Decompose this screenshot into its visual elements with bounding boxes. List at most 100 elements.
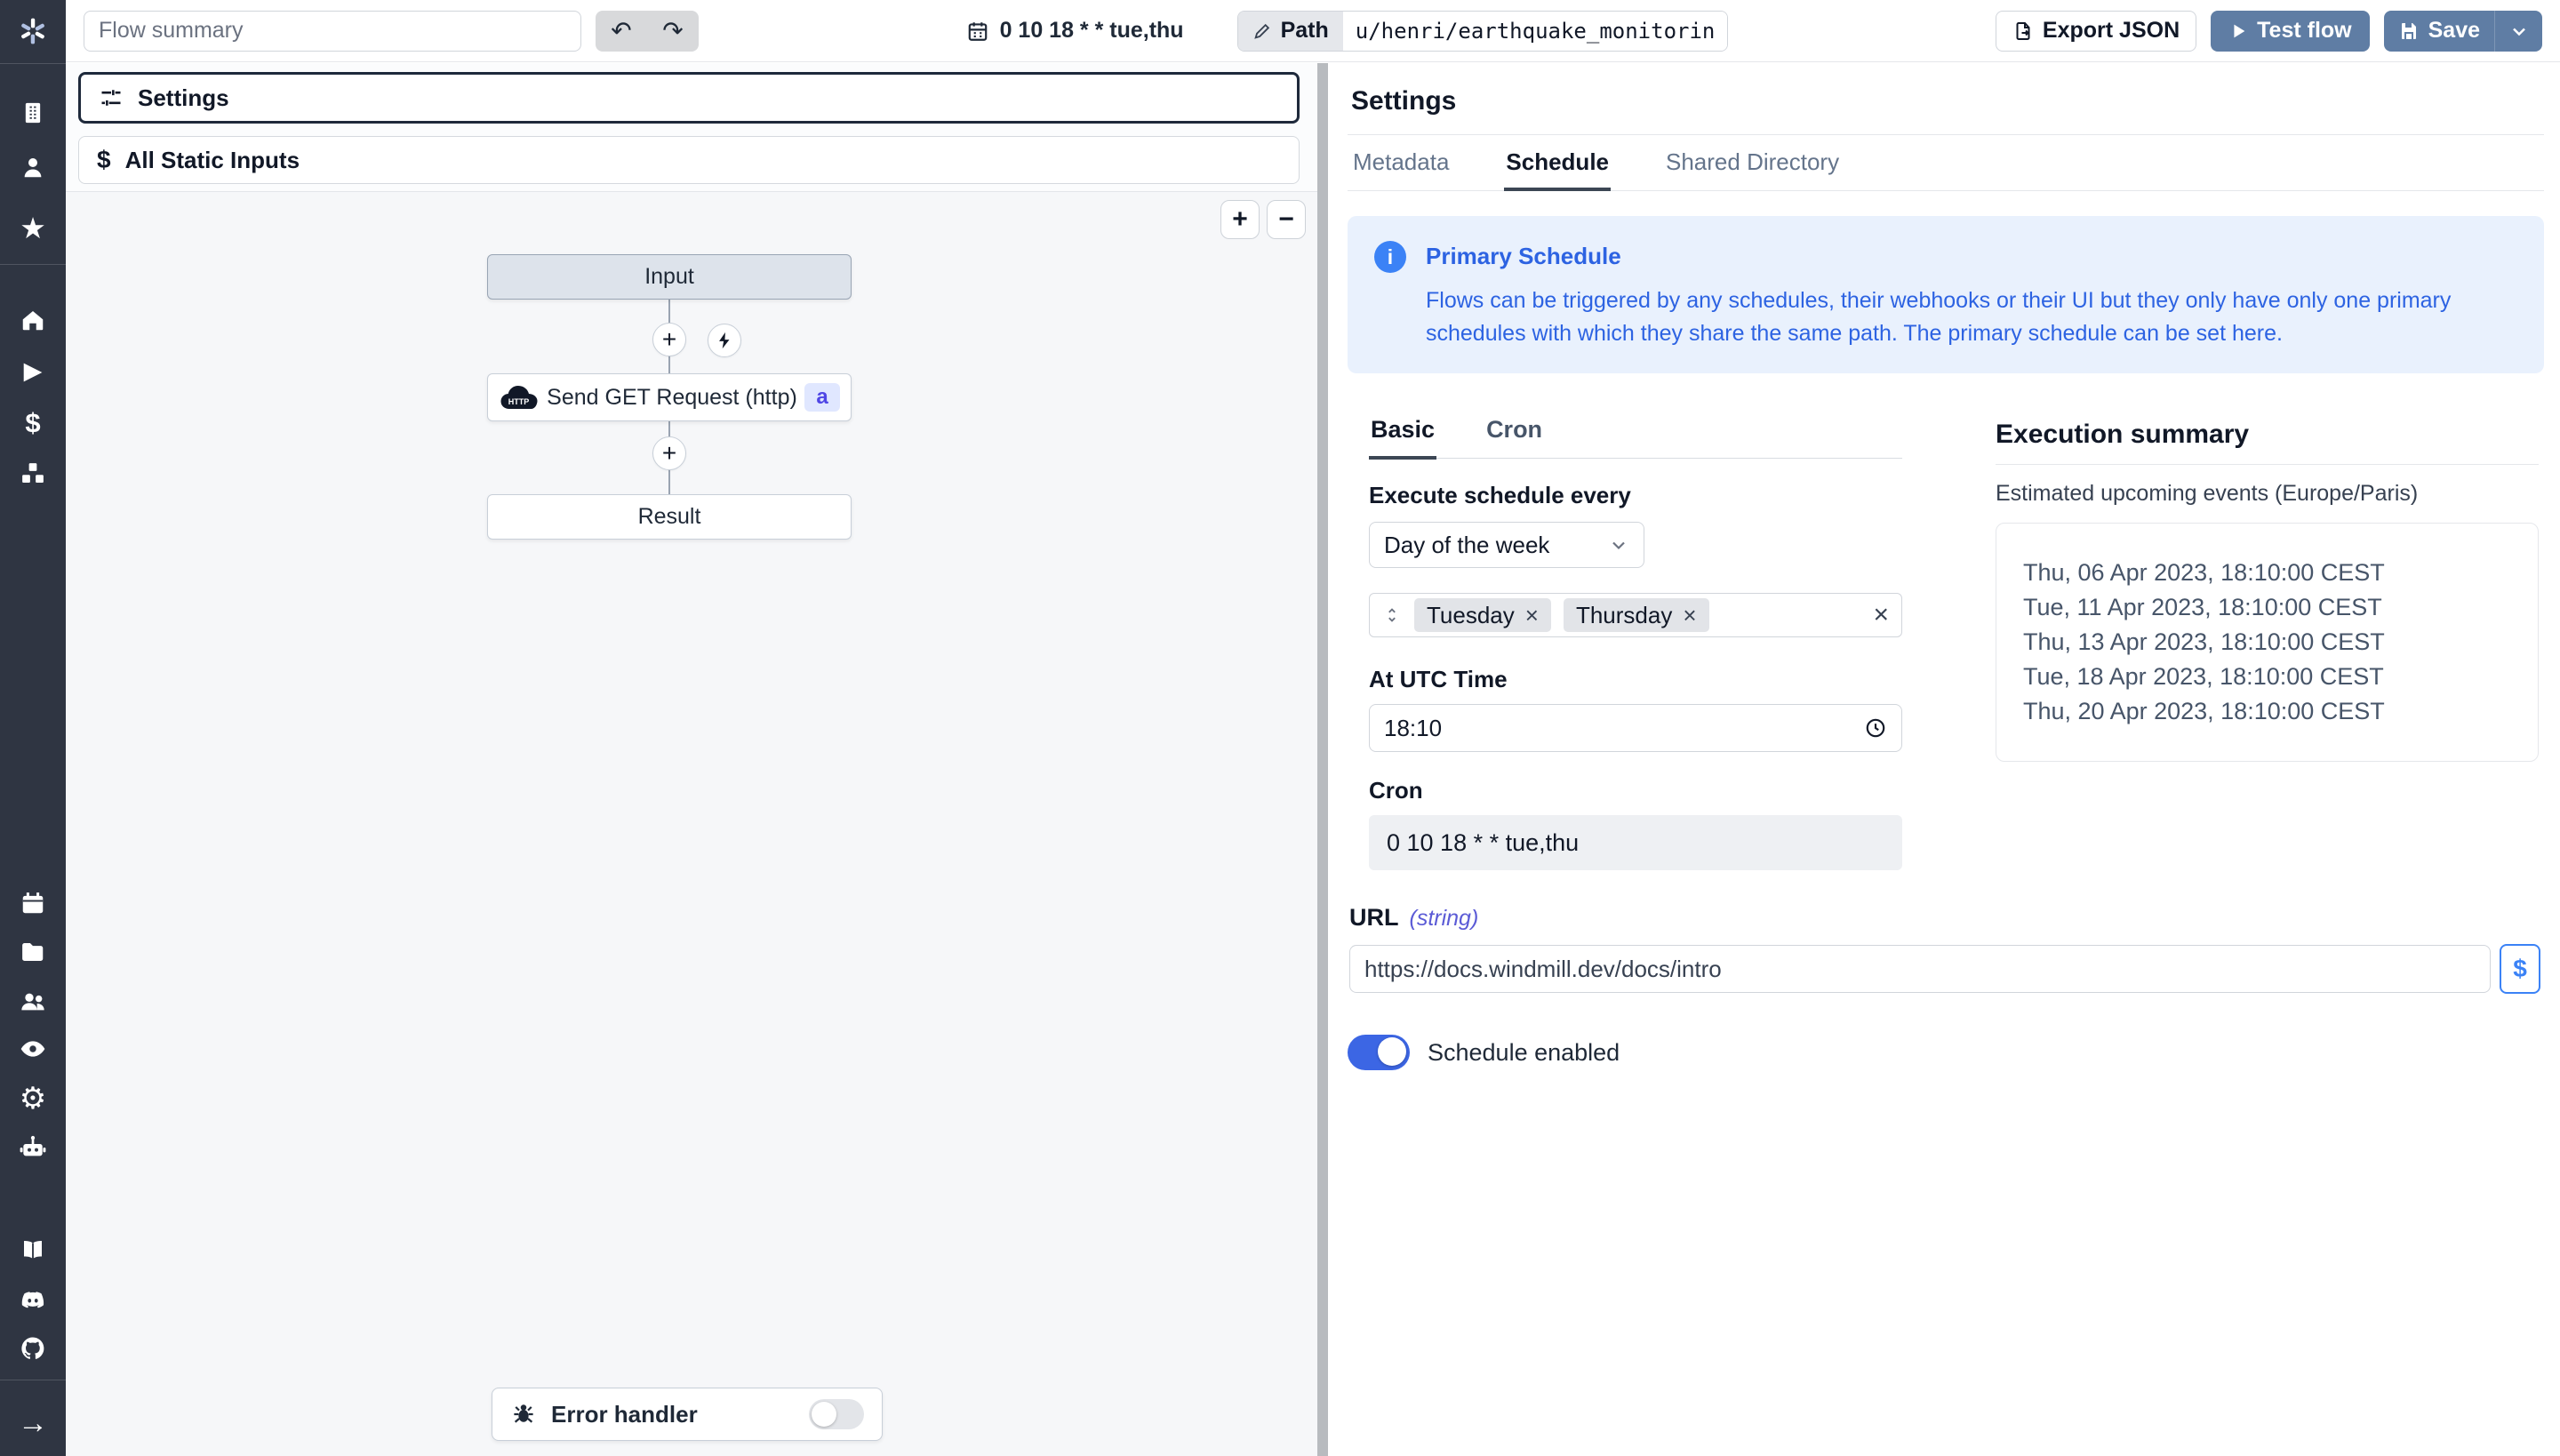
remove-chip-icon[interactable]: ×: [1525, 604, 1539, 627]
cron-label: Cron: [1369, 777, 1902, 804]
weekday-multiselect[interactable]: Tuesday × Thursday × ×: [1369, 593, 1902, 637]
dollar-icon: $: [2513, 955, 2527, 983]
pencil-icon: [1252, 21, 1272, 41]
info-title: Primary Schedule: [1426, 243, 2517, 270]
save-label: Save: [2428, 18, 2480, 44]
workers-robot-icon[interactable]: [0, 1131, 66, 1164]
frequency-value: Day of the week: [1384, 532, 1549, 559]
all-static-inputs-label: All Static Inputs: [125, 147, 300, 174]
collapse-arrow-right-icon[interactable]: →: [0, 1406, 66, 1440]
settings-gear-icon[interactable]: ⚙: [0, 1082, 66, 1116]
undo-button[interactable]: ↶: [596, 11, 647, 52]
info-body: Flows can be triggered by any schedules,…: [1426, 284, 2517, 350]
runs-play-icon[interactable]: ▶: [0, 354, 66, 388]
variables-dollar-icon[interactable]: $: [0, 405, 66, 439]
save-split-button: Save: [2384, 11, 2542, 52]
event-row: Tue, 18 Apr 2023, 18:10:00 CEST: [2023, 660, 2529, 694]
tab-schedule[interactable]: Schedule: [1504, 135, 1611, 191]
path-value: u/henri/earthquake_monitorin: [1343, 12, 1728, 51]
export-json-label: Export JSON: [2043, 18, 2180, 44]
test-flow-label: Test flow: [2257, 18, 2351, 44]
github-icon[interactable]: [0, 1332, 66, 1365]
home-icon[interactable]: [0, 303, 66, 337]
flow-settings-bar-label: Settings: [138, 84, 229, 112]
clock-icon[interactable]: [1864, 716, 1887, 740]
execute-every-label: Execute schedule every: [1369, 482, 1902, 509]
frequency-select[interactable]: Day of the week: [1369, 522, 1644, 568]
node-result-label: Result: [638, 504, 701, 530]
remove-chip-icon[interactable]: ×: [1683, 604, 1696, 627]
url-input[interactable]: [1349, 945, 2491, 993]
url-section: URL (string) $: [1348, 904, 2544, 994]
play-icon: [2228, 21, 2248, 41]
redo-icon: ↷: [662, 16, 683, 45]
flow-settings-bar[interactable]: Settings: [78, 72, 1300, 124]
file-export-icon: [2012, 20, 2034, 42]
save-button[interactable]: Save: [2384, 11, 2494, 52]
canvas-zoom-controls: + −: [1220, 200, 1306, 239]
groups-users-icon[interactable]: [0, 985, 66, 1019]
app-sidebar: ★ ▶ $ ⚙ →: [0, 0, 66, 1456]
schedule-form: Basic Cron Execute schedule every Day of…: [1369, 409, 1902, 870]
event-row: Thu, 20 Apr 2023, 18:10:00 CEST: [2023, 694, 2529, 729]
zoom-in-button[interactable]: +: [1220, 200, 1260, 239]
user-icon[interactable]: [0, 150, 66, 184]
redo-button[interactable]: ↷: [647, 11, 699, 52]
node-input[interactable]: Input: [487, 254, 852, 300]
plus-icon: +: [662, 439, 676, 468]
cron-readonly-field: 0 10 18 * * tue,thu: [1369, 815, 1902, 870]
workspace-building-icon[interactable]: [0, 96, 66, 130]
all-static-inputs-bar[interactable]: $ All Static Inputs: [78, 136, 1300, 184]
node-result[interactable]: Result: [487, 494, 852, 540]
folders-icon[interactable]: [0, 935, 66, 969]
bolt-icon: [715, 331, 734, 350]
node-input-label: Input: [644, 264, 694, 290]
path-editor[interactable]: Path u/henri/earthquake_monitorin: [1237, 11, 1729, 52]
resources-boxes-icon[interactable]: [0, 457, 66, 491]
zoom-out-button[interactable]: −: [1267, 200, 1306, 239]
tab-shared-directory[interactable]: Shared Directory: [1664, 135, 1841, 190]
utc-time-label: At UTC Time: [1369, 666, 1902, 693]
undo-icon: ↶: [611, 16, 631, 45]
save-more-button[interactable]: [2494, 11, 2542, 52]
node-send-get-request[interactable]: HTTP Send GET Request (http) a: [487, 373, 852, 421]
schedule-enabled-label: Schedule enabled: [1428, 1039, 1620, 1067]
cron-preview-badge[interactable]: 0 10 18 * * tue,thu: [966, 18, 1184, 44]
node-step-id-badge: a: [804, 383, 840, 412]
dollar-icon: $: [97, 146, 111, 174]
trigger-bolt-button[interactable]: [708, 324, 741, 357]
error-handler-toggle[interactable]: [809, 1399, 864, 1429]
tab-cron[interactable]: Cron: [1484, 409, 1544, 458]
insert-variable-button[interactable]: $: [2500, 944, 2540, 994]
path-label: Path: [1281, 18, 1329, 44]
audit-eye-icon[interactable]: [0, 1032, 66, 1066]
windmill-logo[interactable]: [0, 14, 66, 48]
sliders-icon: [99, 85, 124, 110]
save-icon: [2398, 20, 2420, 42]
node-error-handler[interactable]: Error handler: [492, 1388, 883, 1441]
discord-icon[interactable]: [0, 1283, 66, 1316]
tab-basic[interactable]: Basic: [1369, 409, 1436, 460]
topbar: ↶ ↷ 0 10 18 * * tue,thu Path u/henri/ear…: [66, 0, 2560, 62]
insert-step-button-2[interactable]: +: [652, 436, 686, 470]
insert-step-button-1[interactable]: +: [652, 323, 686, 356]
utc-time-input[interactable]: [1384, 715, 1864, 742]
docs-book-icon[interactable]: [0, 1233, 66, 1267]
favorites-star-icon[interactable]: ★: [0, 211, 66, 244]
http-cloud-icon: HTTP: [499, 383, 540, 412]
test-flow-button[interactable]: Test flow: [2211, 11, 2369, 52]
flow-summary-input[interactable]: [84, 11, 581, 52]
weekday-chip: Tuesday ×: [1414, 598, 1551, 632]
bug-icon: [510, 1401, 537, 1428]
clear-all-icon[interactable]: ×: [1873, 602, 1889, 628]
cron-preview-text: 0 10 18 * * tue,thu: [1000, 18, 1184, 44]
panel-splitter[interactable]: [1317, 63, 1328, 1456]
settings-panel-title: Settings: [1348, 63, 2544, 135]
event-row: Thu, 06 Apr 2023, 18:10:00 CEST: [2023, 556, 2529, 590]
node-step-label: Send GET Request (http): [540, 385, 804, 411]
schedule-enabled-toggle[interactable]: [1348, 1035, 1410, 1070]
schedules-calendar-icon[interactable]: [0, 886, 66, 920]
sort-handle-icon: [1382, 605, 1402, 625]
tab-metadata[interactable]: Metadata: [1351, 135, 1451, 190]
export-json-button[interactable]: Export JSON: [1996, 11, 2196, 52]
